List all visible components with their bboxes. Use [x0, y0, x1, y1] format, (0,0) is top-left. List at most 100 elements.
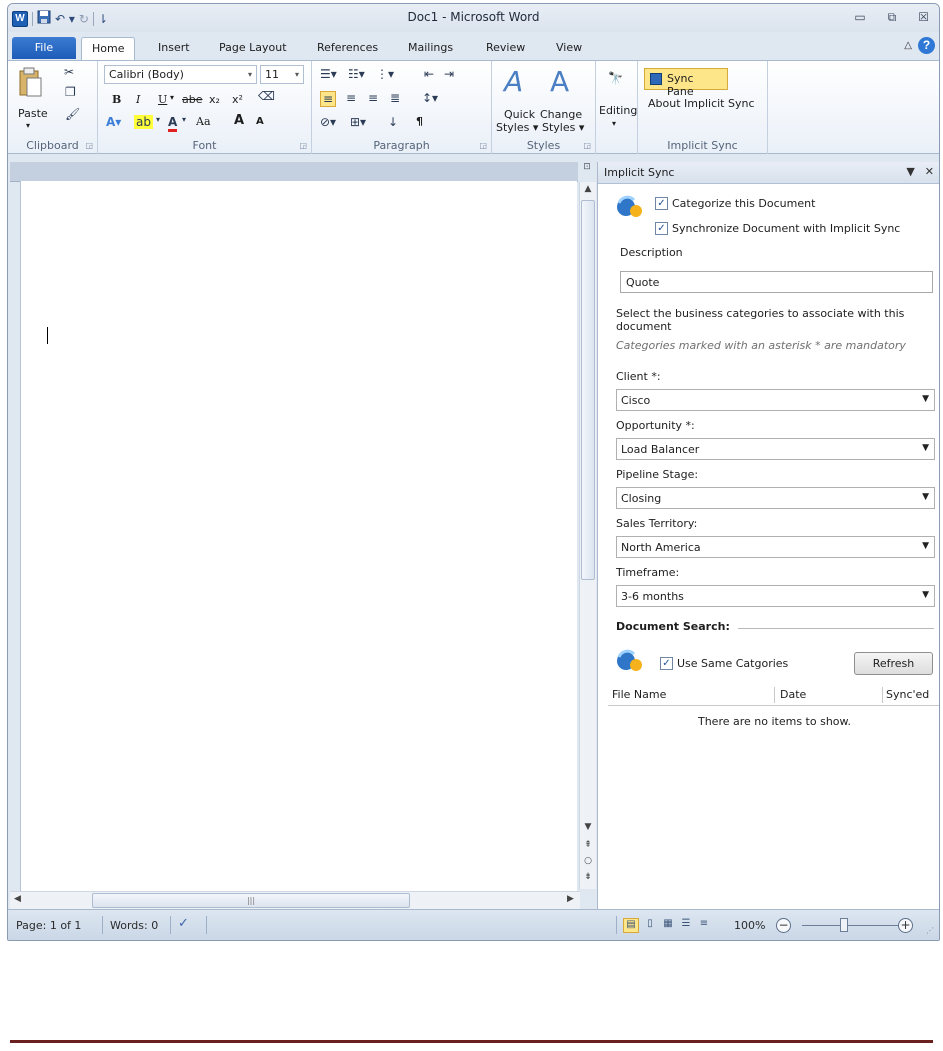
zoom-in-icon[interactable]: + — [898, 918, 913, 933]
sync-pane-button[interactable]: Sync Pane — [644, 68, 728, 98]
column-synced[interactable]: Sync'ed — [886, 688, 929, 701]
styles-launcher-icon[interactable]: ◲ — [583, 141, 591, 150]
web-layout-icon[interactable]: ▦ — [660, 918, 676, 933]
editing-dropdown-icon[interactable]: ▾ — [612, 119, 616, 128]
increase-indent-icon[interactable]: ⇥ — [444, 67, 454, 81]
clipboard-launcher-icon[interactable]: ◲ — [85, 141, 93, 150]
change-styles-button[interactable]: Change — [540, 108, 582, 121]
justify-icon[interactable]: ≣ — [390, 91, 400, 105]
synchronize-checkbox[interactable]: ✓ Synchronize Document with Implicit Syn… — [655, 222, 900, 235]
numbering-icon[interactable]: ☷▾ — [348, 67, 365, 81]
client-select[interactable]: Cisco ▼ — [616, 389, 935, 411]
minimize-ribbon-icon[interactable]: △ — [904, 40, 912, 51]
format-painter-icon[interactable]: 🖌 — [65, 107, 80, 121]
use-same-categories-checkbox[interactable]: ✓ Use Same Catgories — [660, 657, 788, 670]
editing-button[interactable]: Editing — [599, 104, 637, 117]
font-color-dropdown-icon[interactable]: ▾ — [182, 115, 186, 124]
bold-button[interactable]: B — [112, 93, 121, 106]
vertical-scroll-thumb[interactable] — [581, 200, 595, 580]
tab-mailings[interactable]: Mailings — [408, 41, 453, 54]
tab-references[interactable]: References — [317, 41, 378, 54]
refresh-button[interactable]: Refresh — [854, 652, 933, 675]
pane-close-icon[interactable]: ✕ — [925, 165, 934, 178]
tab-view[interactable]: View — [556, 41, 582, 54]
highlight-icon[interactable]: ab — [134, 115, 153, 129]
horizontal-scroll-thumb[interactable]: ||| — [92, 893, 410, 908]
grow-font-button[interactable]: A — [234, 113, 244, 128]
proofing-icon[interactable]: ✓ — [178, 916, 189, 931]
timeframe-select[interactable]: 3-6 months ▼ — [616, 585, 935, 607]
borders-icon[interactable]: ⊞▾ — [350, 115, 366, 129]
select-browse-object-icon[interactable]: ○ — [580, 856, 596, 866]
change-styles-icon[interactable]: A — [550, 65, 569, 98]
align-right-icon[interactable]: ≡ — [368, 91, 378, 105]
change-styles-dropdown[interactable]: Styles ▾ — [542, 121, 584, 134]
subscript-button[interactable]: x₂ — [209, 93, 220, 106]
word-count[interactable]: Words: 0 — [110, 919, 158, 932]
minimize-button[interactable]: ▭ — [854, 10, 865, 25]
tab-home[interactable]: Home — [81, 37, 136, 61]
document-page[interactable] — [20, 181, 577, 891]
quick-styles-icon[interactable]: A — [504, 65, 523, 98]
cut-icon[interactable]: ✂ — [64, 65, 74, 79]
font-color-icon[interactable]: A — [168, 115, 178, 132]
quick-styles-dropdown[interactable]: Styles ▾ — [496, 121, 538, 134]
change-case-button[interactable]: Aa — [196, 115, 211, 128]
italic-button[interactable]: I — [136, 93, 140, 106]
clear-formatting-icon[interactable]: ⌫ — [258, 89, 275, 103]
quick-styles-button[interactable]: Quick — [504, 108, 535, 121]
description-input[interactable]: Quote — [620, 271, 933, 293]
copy-icon[interactable]: ❐ — [65, 85, 76, 99]
scroll-up-icon[interactable]: ▲ — [580, 184, 596, 194]
previous-page-icon[interactable]: ⇞ — [580, 840, 596, 850]
column-file-name[interactable]: File Name — [612, 688, 666, 701]
page-count[interactable]: Page: 1 of 1 — [16, 919, 81, 932]
view-ruler-icon[interactable]: ⊡ — [580, 162, 594, 180]
multilevel-list-icon[interactable]: ⋮▾ — [376, 67, 394, 81]
decrease-indent-icon[interactable]: ⇤ — [424, 67, 434, 81]
column-date[interactable]: Date — [780, 688, 806, 701]
font-launcher-icon[interactable]: ◲ — [299, 141, 307, 150]
pipeline-stage-select[interactable]: Closing ▼ — [616, 487, 935, 509]
tab-file[interactable]: File — [12, 37, 76, 59]
zoom-level[interactable]: 100% — [734, 919, 765, 932]
scroll-right-icon[interactable]: ▶ — [567, 894, 574, 904]
underline-button[interactable]: U — [158, 93, 167, 106]
close-button[interactable]: ☒ — [918, 10, 929, 25]
sales-territory-select[interactable]: North America ▼ — [616, 536, 935, 558]
paste-button[interactable]: Paste — [18, 107, 48, 120]
opportunity-select[interactable]: Load Balancer ▼ — [616, 438, 935, 460]
sort-icon[interactable]: ↓ — [388, 115, 398, 129]
paragraph-launcher-icon[interactable]: ◲ — [479, 141, 487, 150]
about-implicit-sync-button[interactable]: About Implicit Sync — [648, 97, 755, 110]
tab-review[interactable]: Review — [486, 41, 525, 54]
highlight-dropdown-icon[interactable]: ▾ — [156, 115, 160, 124]
resize-grip-icon[interactable]: ⋰ — [926, 926, 934, 935]
full-screen-reading-icon[interactable]: ▯ — [642, 918, 658, 933]
zoom-slider-thumb[interactable] — [840, 918, 848, 932]
show-formatting-button[interactable]: ¶ — [416, 115, 423, 128]
print-layout-icon[interactable]: ▤ — [623, 918, 639, 933]
align-left-icon[interactable]: ≡ — [320, 91, 337, 107]
shading-icon[interactable]: ⊘▾ — [320, 115, 336, 129]
scroll-left-icon[interactable]: ◀ — [14, 894, 21, 904]
scroll-down-icon[interactable]: ▼ — [580, 822, 596, 832]
text-effects-icon[interactable]: A▾ — [106, 115, 121, 129]
paste-dropdown-icon[interactable]: ▾ — [26, 121, 30, 130]
next-page-icon[interactable]: ⇟ — [580, 872, 596, 882]
font-size-combo[interactable]: 11 ▾ — [260, 65, 304, 84]
bullets-icon[interactable]: ☰▾ — [320, 67, 337, 81]
help-icon[interactable]: ? — [918, 37, 935, 54]
strikethrough-button[interactable]: abe — [182, 93, 203, 106]
tab-page-layout[interactable]: Page Layout — [219, 41, 287, 54]
shrink-font-button[interactable]: A — [256, 116, 264, 127]
font-family-combo[interactable]: Calibri (Body) ▾ — [104, 65, 257, 84]
draft-icon[interactable]: ≡ — [696, 918, 712, 933]
zoom-out-icon[interactable]: − — [776, 918, 791, 933]
pane-options-icon[interactable]: ▼ — [906, 165, 914, 178]
paste-icon[interactable] — [18, 67, 42, 99]
outline-icon[interactable]: ☰ — [678, 918, 694, 933]
line-spacing-icon[interactable]: ↕▾ — [422, 91, 438, 105]
tab-insert[interactable]: Insert — [158, 41, 190, 54]
superscript-button[interactable]: x² — [232, 93, 243, 106]
